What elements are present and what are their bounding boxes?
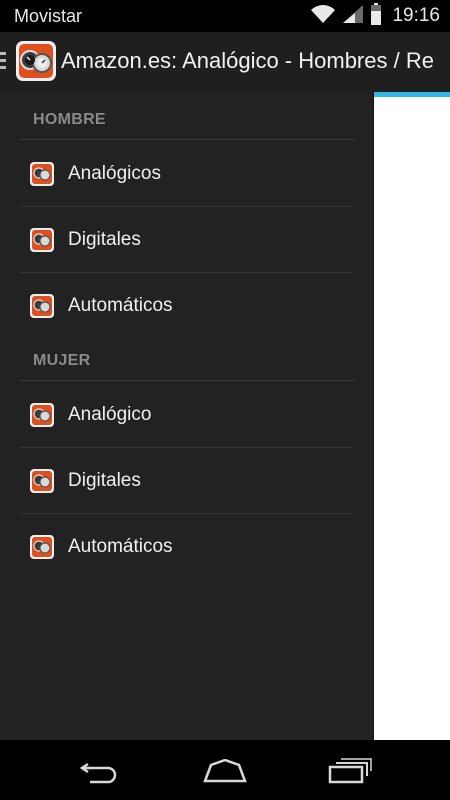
watch-icon <box>30 535 54 559</box>
action-bar: Amazon.es: Analógico - Hombres / Re <box>0 32 450 92</box>
home-icon[interactable] <box>195 754 255 788</box>
back-icon[interactable] <box>70 754 130 788</box>
drawer-item-hombre-automaticos[interactable]: Automáticos <box>20 273 355 339</box>
main-content[interactable] <box>374 92 450 740</box>
drawer-item-label: Digitales <box>68 470 141 491</box>
watch-icon <box>30 228 54 252</box>
status-icons: 19:16 <box>310 2 440 30</box>
drawer-item-hombre-analogicos[interactable]: Analógicos <box>20 141 355 207</box>
clock: 19:16 <box>392 5 440 26</box>
drawer-item-mujer-analogico[interactable]: Analógico <box>20 382 355 448</box>
watch-icon <box>30 403 54 427</box>
watch-app-icon[interactable] <box>16 41 56 81</box>
recent-apps-icon[interactable] <box>320 754 380 788</box>
wifi-icon <box>310 4 336 29</box>
navigation-drawer: HOMBRE Analógicos Digitales Automáticos … <box>0 92 374 740</box>
drawer-item-hombre-digitales[interactable]: Digitales <box>20 207 355 273</box>
status-bar: Movistar 19:16 <box>0 0 450 32</box>
system-nav-bar <box>0 740 450 800</box>
drawer-toggle-icon[interactable] <box>0 52 6 72</box>
signal-icon <box>342 4 364 29</box>
section-header-hombre: HOMBRE <box>20 92 355 140</box>
drawer-item-mujer-digitales[interactable]: Digitales <box>20 448 355 514</box>
battery-icon <box>370 2 382 30</box>
drawer-item-label: Analógicos <box>68 163 161 184</box>
section-header-mujer: MUJER <box>20 333 355 381</box>
loading-progress-bar <box>374 92 450 97</box>
drawer-item-label: Analógico <box>68 404 152 425</box>
page-title: Amazon.es: Analógico - Hombres / Re <box>61 48 434 73</box>
drawer-item-label: Automáticos <box>68 536 173 557</box>
watch-icon <box>30 294 54 318</box>
watch-icon <box>30 469 54 493</box>
watch-icon <box>30 162 54 186</box>
drawer-item-label: Digitales <box>68 229 141 250</box>
drawer-item-label: Automáticos <box>68 295 173 316</box>
drawer-item-mujer-automaticos[interactable]: Automáticos <box>20 514 355 580</box>
carrier-name: Movistar <box>14 6 83 26</box>
